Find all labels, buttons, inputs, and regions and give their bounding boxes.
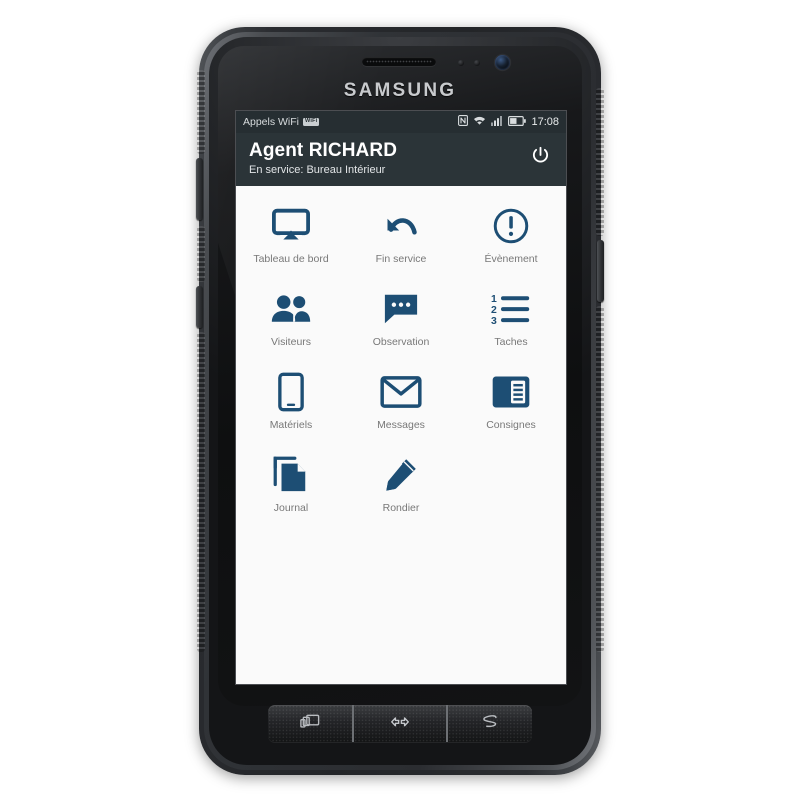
- phone-side-rail-right-top: [596, 88, 604, 236]
- proximity-sensor: [458, 60, 464, 66]
- people-icon: [270, 287, 312, 331]
- envelope-icon: [380, 370, 422, 414]
- phone-side-rail-right-bottom: [596, 306, 604, 652]
- page-title: Agent RICHARD: [249, 140, 398, 161]
- undo-arrow-icon: [381, 204, 421, 248]
- menu-tile-observation[interactable]: Observation: [346, 281, 456, 351]
- app-toolbar-text: Agent RICHARD En service: Bureau Intérie…: [249, 140, 397, 177]
- main-menu-grid: Tableau de bord Fin service Évènement Vi…: [236, 198, 566, 517]
- app-content: Tableau de bord Fin service Évènement Vi…: [236, 186, 566, 684]
- menu-tile-tableau-de-bord[interactable]: Tableau de bord: [236, 198, 346, 268]
- menu-tile-label: Fin service: [375, 253, 427, 265]
- menu-tile-label: Visiteurs: [270, 336, 312, 348]
- back-button[interactable]: [445, 705, 532, 742]
- signal-bars-icon: [491, 115, 503, 129]
- menu-tile-label: Taches: [494, 336, 528, 348]
- light-sensor: [474, 60, 480, 66]
- logout-power-button[interactable]: [527, 145, 553, 171]
- chat-bubble-icon: [382, 287, 420, 331]
- battery-icon: [508, 115, 527, 129]
- recent-apps-button[interactable]: [268, 705, 353, 742]
- hardware-navigation-bar: [268, 705, 532, 742]
- service-status-subtitle: En service: Bureau Intérieur: [249, 164, 386, 176]
- menu-tile-label: Rondier: [382, 502, 420, 514]
- phone-screen: Appels WiFi WiFi 17:08 Agent RICHARD En …: [236, 111, 566, 684]
- documents-copy-icon: [272, 453, 310, 497]
- volume-button[interactable]: [196, 158, 203, 220]
- samsung-brand-logo: SAMSUNG: [343, 80, 457, 101]
- wifi-icon: [473, 115, 486, 129]
- back-icon: [480, 714, 500, 734]
- smartphone-icon: [278, 370, 304, 414]
- menu-tile-label: Matériels: [269, 419, 313, 431]
- status-bar-right: 17:08: [458, 115, 559, 129]
- alert-circle-icon: [492, 204, 530, 248]
- menu-tile-label: Observation: [372, 336, 430, 348]
- status-bar-left: Appels WiFi WiFi: [243, 116, 458, 128]
- menu-tile-label: Consignes: [486, 419, 536, 431]
- power-button-hardware[interactable]: [597, 240, 604, 302]
- status-bar-clock: 17:08: [531, 116, 559, 128]
- menu-tile-evenement[interactable]: Évènement: [456, 198, 566, 268]
- menu-tile-label: Journal: [273, 502, 309, 514]
- menu-tile-journal[interactable]: Journal: [236, 447, 346, 517]
- home-icon: [389, 714, 411, 734]
- android-status-bar: Appels WiFi WiFi 17:08: [236, 111, 566, 133]
- power-icon: [530, 145, 551, 171]
- earpiece-speaker: [362, 57, 436, 66]
- menu-tile-messages[interactable]: Messages: [346, 364, 456, 434]
- pencil-icon: [383, 453, 419, 497]
- svg-text:3: 3: [491, 316, 497, 326]
- wifi-calling-badge-icon: WiFi: [303, 118, 320, 126]
- menu-tile-rondier[interactable]: Rondier: [346, 447, 456, 517]
- phone-side-rail-left-mid: [197, 226, 205, 282]
- menu-tile-label: Tableau de bord: [253, 253, 329, 265]
- menu-tile-consignes[interactable]: Consignes: [456, 364, 566, 434]
- menu-tile-taches[interactable]: 1 2 3 Taches: [456, 281, 566, 351]
- menu-tile-materiels[interactable]: Matériels: [236, 364, 346, 434]
- menu-tile-label: Évènement: [484, 253, 538, 265]
- wifi-calling-label: Appels WiFi: [243, 116, 300, 128]
- nfc-icon: [458, 115, 469, 129]
- app-toolbar: Agent RICHARD En service: Bureau Intérie…: [236, 133, 566, 186]
- screenshot-root: SAMSUNG Appels WiFi WiFi 17:08 Agent RIC…: [0, 0, 800, 800]
- svg-text:2: 2: [491, 305, 497, 316]
- menu-tile-fin-service[interactable]: Fin service: [346, 198, 456, 268]
- phone-side-rail-left-bottom: [197, 332, 205, 652]
- dashboard-screen-icon: [271, 204, 311, 248]
- side-button-left-lower[interactable]: [196, 286, 203, 328]
- home-button[interactable]: [352, 705, 446, 742]
- menu-tile-visiteurs[interactable]: Visiteurs: [236, 281, 346, 351]
- article-icon: [491, 370, 531, 414]
- numbered-list-icon: 1 2 3: [491, 287, 531, 331]
- menu-tile-label: Messages: [377, 419, 425, 431]
- svg-text:1: 1: [491, 294, 497, 305]
- recents-icon: [300, 714, 320, 734]
- front-camera: [495, 55, 510, 70]
